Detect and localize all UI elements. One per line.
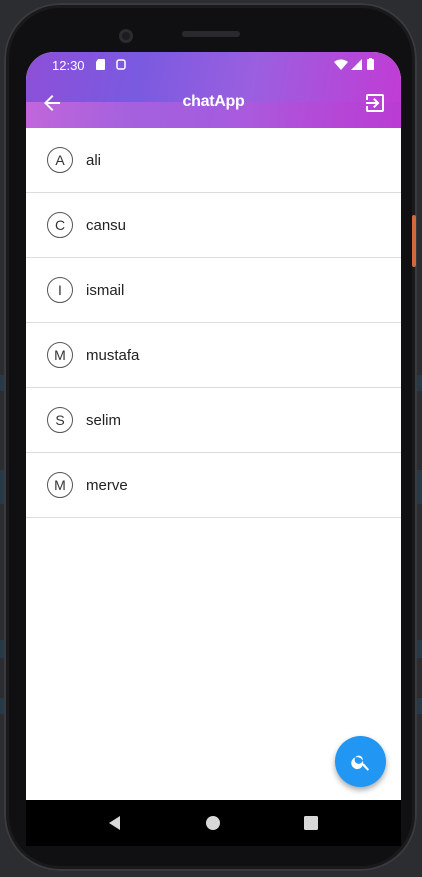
contact-list: A ali C cansu I ismail M mustafa S selim… [26,128,401,518]
toolbar: chatApp [26,78,401,128]
contact-name: merve [86,476,128,494]
battery-icon [367,58,374,70]
nav-recents-icon[interactable] [302,814,320,832]
avatar: I [47,277,73,303]
front-camera [119,29,133,43]
system-nav-bar [26,800,401,846]
avatar: A [47,147,73,173]
earpiece-speaker [182,31,240,37]
android-debug-icon [116,59,126,70]
contact-row[interactable]: M merve [26,453,401,518]
app-screen: 12:30 chatApp A ali C cansu I ismail M m… [26,52,401,800]
power-button [412,215,416,267]
contact-row[interactable]: I ismail [26,258,401,323]
avatar: S [47,407,73,433]
contact-name: selim [86,411,122,429]
contact-name: cansu [86,216,127,234]
contact-row[interactable]: C cansu [26,193,401,258]
contact-name: ismail [86,281,125,299]
avatar: M [47,342,73,368]
nav-back-icon[interactable] [106,814,124,832]
page-title: chatApp [182,93,245,110]
contact-name: ali [86,151,102,169]
contact-row[interactable]: A ali [26,128,401,193]
contact-row[interactable]: M mustafa [26,323,401,388]
contact-name: mustafa [86,346,140,364]
exit-to-app-icon[interactable] [363,91,387,115]
sd-card-icon [96,59,105,70]
avatar: C [47,212,73,238]
avatar: M [47,472,73,498]
wifi-icon [334,59,348,70]
nav-home-icon[interactable] [204,814,222,832]
cell-signal-icon [351,59,362,70]
status-bar: 12:30 [26,52,401,78]
contact-row[interactable]: S selim [26,388,401,453]
status-time: 12:30 [52,58,85,73]
search-fab-button[interactable] [335,736,386,787]
search-icon [350,755,369,771]
